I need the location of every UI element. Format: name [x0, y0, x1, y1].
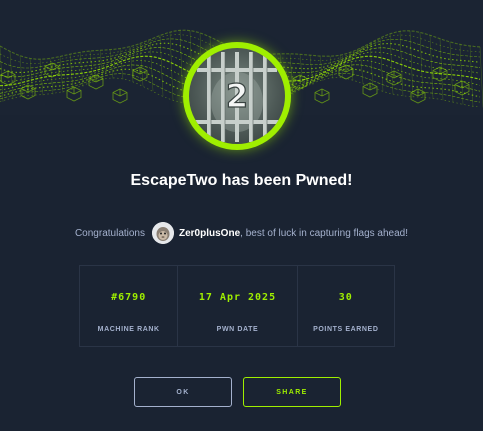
stat-value: 30 [338, 292, 353, 303]
stat-value: 17 Apr 2025 [198, 292, 277, 303]
user-avatar-icon [152, 222, 174, 244]
share-button[interactable]: SHARE [243, 377, 341, 407]
page-title: EscapeTwo has been Pwned! [130, 172, 353, 189]
machine-badge: 2 [183, 42, 291, 150]
stat-label: MACHINE RANK [97, 326, 160, 333]
congratulations-message: Congratulations Zer0plusOne , best of lu… [0, 221, 483, 245]
congrats-prefix: Congratulations [74, 227, 145, 239]
stat-points-earned: 30 POINTS EARNED [296, 266, 394, 346]
svg-text:2: 2 [226, 77, 248, 115]
username-link[interactable]: Zer0plusOne [179, 228, 240, 239]
stats-panel: #6790 MACHINE RANK 17 Apr 2025 PWN DATE … [79, 265, 395, 347]
congrats-suffix: , best of luck in capturing flags ahead! [240, 227, 409, 239]
stat-value: #6790 [111, 292, 147, 303]
stat-label: POINTS EARNED [313, 326, 379, 333]
machine-avatar-icon: 2 [189, 48, 285, 144]
stat-label: PWN DATE [216, 326, 259, 333]
stat-machine-rank: #6790 MACHINE RANK [80, 266, 177, 346]
stat-pwn-date: 17 Apr 2025 PWN DATE [177, 266, 296, 346]
ok-button[interactable]: OK [134, 377, 232, 407]
